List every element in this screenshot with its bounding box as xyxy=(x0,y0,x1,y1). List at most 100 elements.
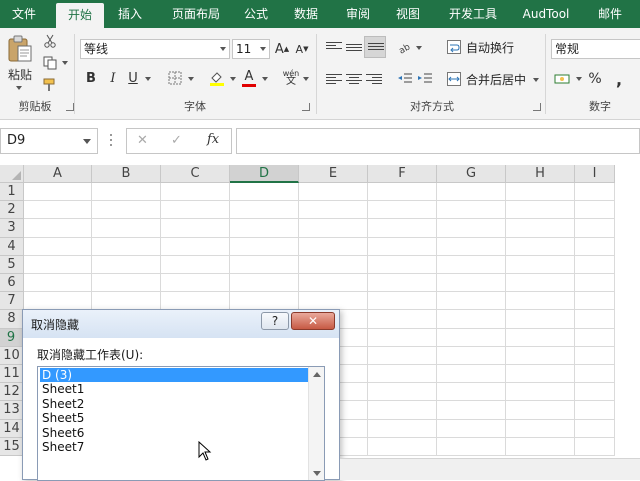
cell-a1[interactable] xyxy=(24,183,92,202)
cell-i3[interactable] xyxy=(575,219,615,238)
row-header-9[interactable]: 9 xyxy=(0,328,24,347)
column-header-a[interactable]: A xyxy=(24,165,92,183)
cell-f6[interactable] xyxy=(368,274,437,293)
row-header-2[interactable]: 2 xyxy=(0,201,24,220)
cell-c4[interactable] xyxy=(161,237,230,256)
column-header-h[interactable]: H xyxy=(506,165,575,183)
cell-h7[interactable] xyxy=(506,292,575,311)
scroll-down-arrow-icon[interactable] xyxy=(313,471,321,476)
cell-f4[interactable] xyxy=(368,237,437,256)
row-header-15[interactable]: 15 xyxy=(0,437,24,456)
column-header-b[interactable]: B xyxy=(92,165,161,183)
shrink-font-button[interactable]: A ▼ xyxy=(294,39,310,59)
cell-c6[interactable] xyxy=(161,274,230,293)
cell-a4[interactable] xyxy=(24,237,92,256)
cell-h10[interactable] xyxy=(506,346,575,365)
font-color-dropdown-arrow[interactable] xyxy=(262,77,268,81)
row-header-10[interactable]: 10 xyxy=(0,346,24,365)
cell-g6[interactable] xyxy=(437,274,506,293)
copy-icon[interactable] xyxy=(40,54,60,72)
row-header-11[interactable]: 11 xyxy=(0,365,24,384)
borders-icon[interactable] xyxy=(166,68,184,88)
cell-f3[interactable] xyxy=(368,219,437,238)
align-middle-icon[interactable] xyxy=(346,44,362,56)
font-dialog-launcher[interactable] xyxy=(302,103,310,111)
cell-f2[interactable] xyxy=(368,201,437,220)
cell-f8[interactable] xyxy=(368,310,437,329)
paste-button-label[interactable]: 粘贴 xyxy=(4,66,36,82)
tab-audtool[interactable]: AudTool xyxy=(514,0,578,28)
font-name-combo[interactable]: 等线 xyxy=(80,39,230,59)
row-header-8[interactable]: 8 xyxy=(0,310,24,329)
cell-g13[interactable] xyxy=(437,401,506,420)
grow-font-button[interactable]: A ▲ xyxy=(274,39,290,59)
cell-e3[interactable] xyxy=(299,219,368,238)
cell-h1[interactable] xyxy=(506,183,575,202)
scroll-up-arrow-icon[interactable] xyxy=(313,372,321,377)
sheet-listbox[interactable]: D (3) Sheet1 Sheet2 Sheet5 Sheet6 Sheet7 xyxy=(37,366,325,481)
cell-e4[interactable] xyxy=(299,237,368,256)
cell-g3[interactable] xyxy=(437,219,506,238)
comma-style-button[interactable]: , xyxy=(610,70,628,89)
tab-file[interactable]: 文件 xyxy=(2,0,46,28)
cell-h11[interactable] xyxy=(506,365,575,384)
paste-dropdown-arrow[interactable] xyxy=(16,86,22,90)
cell-g15[interactable] xyxy=(437,437,506,456)
cell-e7[interactable] xyxy=(299,292,368,311)
cell-i4[interactable] xyxy=(575,237,615,256)
cut-icon[interactable] xyxy=(40,32,60,50)
cell-e2[interactable] xyxy=(299,201,368,220)
cell-i13[interactable] xyxy=(575,401,615,420)
merge-center-button[interactable]: 合并后居中 xyxy=(466,71,526,89)
column-header-d[interactable]: D xyxy=(230,165,299,183)
cell-f7[interactable] xyxy=(368,292,437,311)
cell-h13[interactable] xyxy=(506,401,575,420)
cell-b4[interactable] xyxy=(92,237,161,256)
cell-g4[interactable] xyxy=(437,237,506,256)
tab-review[interactable]: 审阅 xyxy=(336,0,380,28)
cell-g1[interactable] xyxy=(437,183,506,202)
cell-i10[interactable] xyxy=(575,346,615,365)
increase-indent-icon[interactable] xyxy=(416,70,434,88)
tab-page-layout[interactable]: 页面布局 xyxy=(160,0,232,28)
row-header-13[interactable]: 13 xyxy=(0,401,24,420)
cell-f13[interactable] xyxy=(368,401,437,420)
tab-data[interactable]: 数据 xyxy=(284,0,328,28)
cell-h3[interactable] xyxy=(506,219,575,238)
cell-g7[interactable] xyxy=(437,292,506,311)
percent-style-button[interactable]: % xyxy=(586,70,604,88)
cell-a3[interactable] xyxy=(24,219,92,238)
fill-color-icon[interactable] xyxy=(208,68,226,88)
number-format-combo[interactable]: 常规 xyxy=(551,39,640,59)
alignment-dialog-launcher[interactable] xyxy=(533,103,541,111)
row-header-3[interactable]: 3 xyxy=(0,219,24,238)
phonetic-guide-button[interactable]: wén 文 xyxy=(282,68,300,88)
cell-i11[interactable] xyxy=(575,365,615,384)
column-header-i[interactable]: I xyxy=(575,165,615,183)
cell-c3[interactable] xyxy=(161,219,230,238)
row-header-4[interactable]: 4 xyxy=(0,237,24,256)
merge-center-icon[interactable] xyxy=(446,71,462,87)
cell-b6[interactable] xyxy=(92,274,161,293)
row-header-7[interactable]: 7 xyxy=(0,292,24,311)
cell-g12[interactable] xyxy=(437,383,506,402)
cell-d1[interactable] xyxy=(230,183,299,202)
close-button[interactable]: ✕ xyxy=(291,312,335,330)
cell-d3[interactable] xyxy=(230,219,299,238)
font-color-button[interactable]: A xyxy=(240,68,258,88)
formula-input[interactable] xyxy=(236,128,640,154)
tab-developer[interactable]: 开发工具 xyxy=(438,0,508,28)
wrap-text-button[interactable]: 自动换行 xyxy=(466,39,514,57)
cell-i6[interactable] xyxy=(575,274,615,293)
row-header-12[interactable]: 12 xyxy=(0,383,24,402)
borders-dropdown-arrow[interactable] xyxy=(188,77,194,81)
format-painter-icon[interactable] xyxy=(40,76,60,94)
cell-i14[interactable] xyxy=(575,419,615,438)
cell-i1[interactable] xyxy=(575,183,615,202)
cell-f9[interactable] xyxy=(368,328,437,347)
merge-center-dropdown-arrow[interactable] xyxy=(533,78,539,82)
sheet-list-item[interactable]: Sheet1 xyxy=(40,382,308,396)
tab-formulas[interactable]: 公式 xyxy=(234,0,278,28)
cell-i7[interactable] xyxy=(575,292,615,311)
row-header-1[interactable]: 1 xyxy=(0,183,24,202)
